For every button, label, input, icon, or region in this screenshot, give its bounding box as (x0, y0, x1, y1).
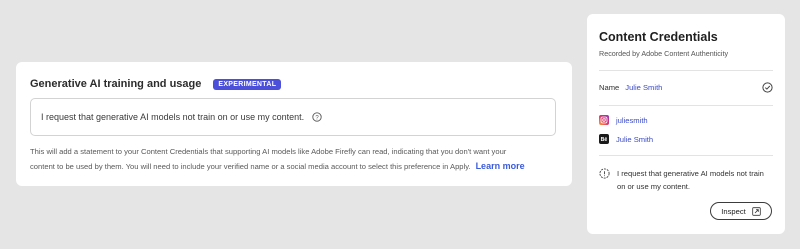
name-label: Name (599, 83, 620, 92)
divider (599, 155, 773, 156)
ai-preference-summary: I request that generative AI models not … (599, 167, 773, 193)
behance-name: Julie Smith (616, 134, 654, 144)
social-item-behance[interactable]: Bē Julie Smith (599, 134, 653, 144)
preference-text-line-2: on or use my content. (617, 182, 691, 191)
do-not-train-icon (599, 168, 610, 179)
content-credentials-card: Content Credentials Recorded by Adobe Co… (587, 14, 785, 234)
content-credentials-title: Content Credentials (599, 30, 718, 44)
help-text-line-2: content to be used by them. You will nee… (30, 159, 560, 174)
help-text-line-1: This will add a statement to your Conten… (30, 147, 507, 156)
ai-preference-statement: I request that generative AI models not … (41, 112, 305, 122)
ai-training-title: Generative AI training and usage (30, 78, 202, 90)
ai-preference-option[interactable]: I request that generative AI models not … (30, 98, 556, 136)
verified-check-icon (762, 82, 773, 93)
divider (599, 105, 773, 106)
inspect-icon (752, 206, 761, 216)
name-value: Julie Smith (625, 83, 663, 92)
help-text-line-2-text: content to be used by them. You will nee… (30, 162, 471, 171)
instagram-icon (599, 115, 609, 125)
preference-text-line-1: I request that generative AI models not … (617, 169, 764, 178)
inspect-label: Inspect (721, 206, 746, 216)
learn-more-link[interactable]: Learn more (476, 161, 525, 171)
ai-preference-help: This will add a statement to your Conten… (30, 145, 560, 174)
inspect-button[interactable]: Inspect (710, 202, 772, 220)
content-credentials-subtitle: Recorded by Adobe Content Authenticity (599, 49, 729, 58)
svg-text:Bē: Bē (601, 137, 608, 143)
divider (599, 70, 773, 71)
social-item-instagram[interactable]: juliesmith (599, 115, 648, 125)
instagram-handle: juliesmith (616, 115, 648, 125)
experimental-badge: EXPERIMENTAL (213, 78, 282, 90)
info-icon[interactable]: ? (312, 112, 322, 122)
ai-training-card: Generative AI training and usage EXPERIM… (16, 62, 572, 186)
name-row: Name Julie Smith (599, 82, 773, 93)
ai-preference-summary-text: I request that generative AI models not … (617, 167, 764, 193)
ai-training-header: Generative AI training and usage EXPERIM… (30, 76, 282, 92)
behance-icon: Bē (599, 134, 609, 144)
